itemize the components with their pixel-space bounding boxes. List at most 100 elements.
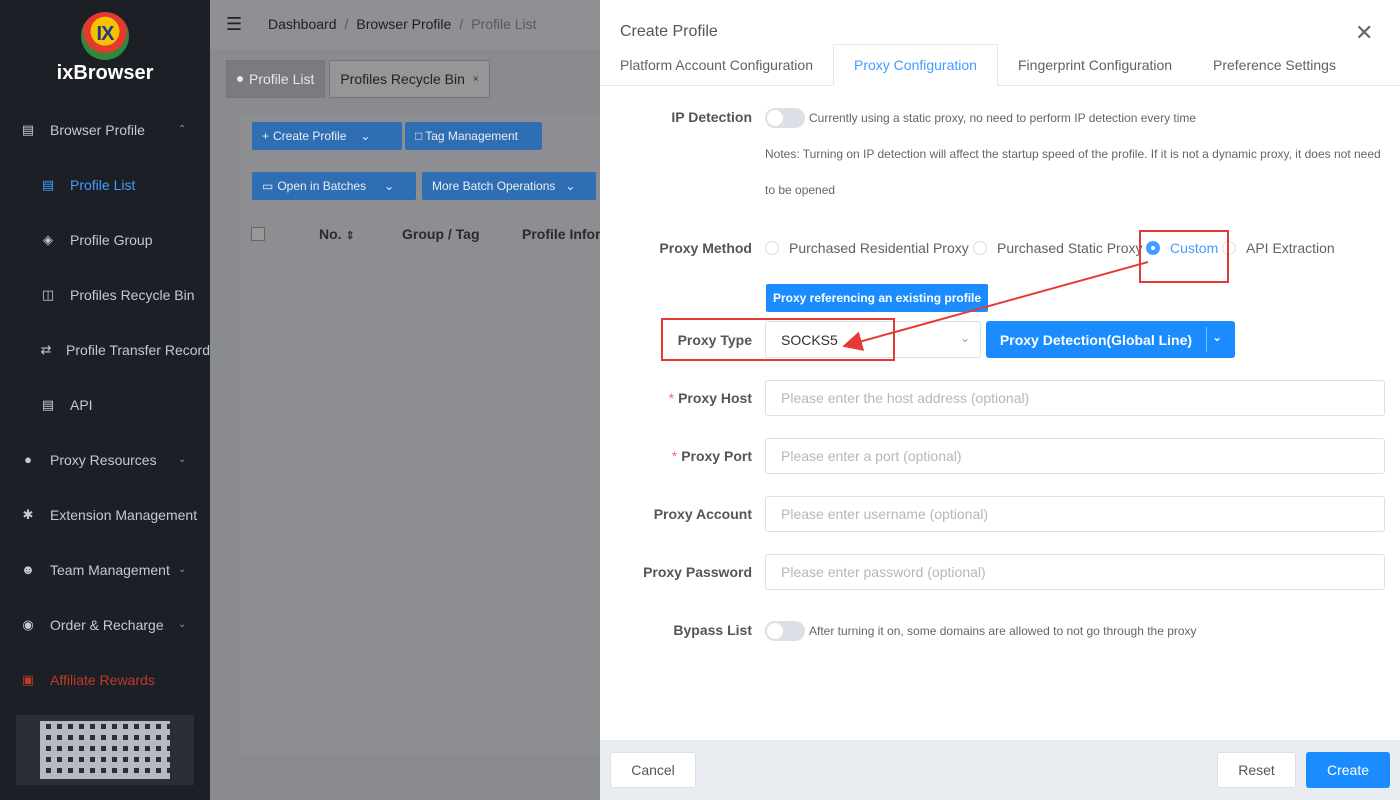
chevron-down-icon: ⌄ (178, 619, 187, 630)
chevron-down-icon: ⌄ (178, 564, 187, 575)
radio-purchased-residential[interactable]: Purchased Residential Proxy (765, 240, 969, 256)
logo-icon: IX (81, 12, 129, 60)
sidebar-item-label: Profile List (70, 176, 136, 193)
more-batch-operations-label: More Batch Operations (432, 179, 556, 193)
chevron-down-icon: ⌄ (565, 179, 576, 193)
proxy-password-label: Proxy Password (643, 564, 752, 580)
puzzle-icon: ✱ (22, 506, 34, 522)
layers-icon: ◈ (43, 231, 53, 247)
tag-management-button[interactable]: □ Tag Management (405, 122, 542, 150)
page-tab-label: Profiles Recycle Bin (340, 71, 465, 87)
reset-button[interactable]: Reset (1217, 752, 1296, 788)
sort-icon: ⇕ (345, 230, 355, 242)
proxy-reference-button[interactable]: Proxy referencing an existing profile (766, 284, 988, 312)
column-group-tag: Group / Tag (402, 226, 480, 242)
bypass-list-switch[interactable] (765, 621, 805, 641)
radio-label: Purchased Residential Proxy (789, 240, 969, 256)
breadcrumb-item[interactable]: Browser Profile (356, 16, 451, 32)
calendar-icon: ▤ (41, 176, 55, 192)
page-tabs: Profile List Profiles Recycle Bin × (226, 60, 494, 98)
sidebar-item-proxy-resources[interactable]: ● Proxy Resources ⌄ (0, 432, 210, 487)
calendar-icon: ▤ (21, 121, 35, 137)
chevron-down-icon: ⌄ (959, 331, 970, 345)
page-tab-recycle-bin[interactable]: Profiles Recycle Bin × (329, 60, 490, 98)
ip-detection-switch[interactable] (765, 108, 805, 128)
sidebar-item-profile-group[interactable]: ◈ Profile Group (0, 212, 210, 267)
radio-circle-icon (973, 241, 987, 255)
sidebar-item-label: Extension Management (50, 506, 198, 523)
page-tab-profile-list[interactable]: Profile List (226, 60, 326, 98)
column-no[interactable]: No. ⇕ (319, 226, 355, 242)
sidebar-item-extension-management[interactable]: ✱ Extension Management (0, 487, 210, 542)
proxy-account-label: Proxy Account (653, 506, 752, 522)
bypass-list-hint: After turning it on, some domains are al… (809, 624, 1197, 638)
proxy-detection-button[interactable]: Proxy Detection(Global Line) ⌄ (986, 321, 1235, 358)
drawer-footer: Cancel Reset Create (600, 740, 1400, 800)
qr-code (16, 715, 194, 785)
sidebar-item-profile-transfer-record[interactable]: ⇄ Profile Transfer Record (0, 322, 210, 377)
create-profile-label: Create Profile (273, 129, 347, 143)
sidebar: IX ixBrowser ▤ Browser Profile ⌃ ▤ Profi… (0, 0, 210, 800)
sidebar-item-profiles-recycle-bin[interactable]: ◫ Profiles Recycle Bin (0, 267, 210, 322)
globe-icon: ● (24, 452, 32, 467)
breadcrumb-item[interactable]: Dashboard (268, 16, 337, 32)
sidebar-item-team-management[interactable]: ☻ Team Management ⌄ (0, 542, 210, 597)
chevron-down-icon[interactable]: ⌄ (1212, 330, 1222, 344)
page-tab-label: Profile List (249, 71, 315, 87)
tab-fingerprint-configuration[interactable]: Fingerprint Configuration (998, 44, 1193, 86)
breadcrumb-item: Profile List (471, 16, 537, 32)
sidebar-item-label: Order & Recharge (50, 616, 164, 633)
close-icon[interactable]: × (473, 74, 479, 85)
radio-label: API Extraction (1246, 240, 1335, 256)
sidebar-item-label: Profile Transfer Record (66, 341, 210, 358)
proxy-account-input[interactable] (765, 496, 1385, 532)
proxy-port-label: * Proxy Port (600, 448, 752, 464)
radio-purchased-static[interactable]: Purchased Static Proxy (973, 240, 1143, 256)
tab-proxy-configuration[interactable]: Proxy Configuration (833, 44, 998, 86)
close-icon[interactable]: ✕ (1355, 20, 1373, 46)
gift-icon: ▣ (21, 671, 35, 687)
sidebar-item-browser-profile[interactable]: ▤ Browser Profile ⌃ (0, 102, 210, 157)
create-profile-button[interactable]: + Create Profile ⌄ (252, 122, 402, 150)
drawer-title: Create Profile (620, 23, 718, 40)
sidebar-item-profile-list[interactable]: ▤ Profile List (0, 157, 210, 212)
calendar-icon: ▤ (41, 396, 55, 412)
sidebar-item-label: Profiles Recycle Bin (70, 286, 195, 303)
open-in-batches-button[interactable]: ▭ Open in Batches ⌄ (252, 172, 416, 200)
logo-text: ixBrowser (56, 62, 154, 84)
radio-api-extraction[interactable]: API Extraction (1222, 240, 1335, 256)
qr-code-icon (40, 721, 170, 779)
select-all-checkbox[interactable] (251, 227, 265, 241)
sidebar-item-api[interactable]: ▤ API (0, 377, 210, 432)
sidebar-menu: ▤ Browser Profile ⌃ ▤ Profile List ◈ Pro… (0, 102, 210, 707)
chevron-down-icon: ⌄ (384, 179, 395, 193)
create-profile-drawer: Create Profile ✕ Platform Account Config… (600, 0, 1400, 800)
more-batch-operations-button[interactable]: More Batch Operations ⌄ (422, 172, 596, 200)
required-asterisk: * (671, 448, 678, 464)
sidebar-item-label: Browser Profile (50, 121, 145, 138)
bookmark-icon: □ (415, 129, 423, 143)
tab-preference-settings[interactable]: Preference Settings (1193, 44, 1356, 86)
sidebar-item-label: Affiliate Rewards (50, 671, 155, 688)
main-content-overlay: ☰ Dashboard / Browser Profile / Profile List… (210, 0, 621, 800)
proxy-host-input[interactable] (765, 380, 1385, 416)
ip-detection-notes-cont: to be opened (765, 183, 836, 197)
tab-platform-account[interactable]: Platform Account Configuration (600, 44, 833, 86)
cancel-button[interactable]: Cancel (610, 752, 696, 788)
sidebar-item-order-recharge[interactable]: ◉ Order & Recharge ⌄ (0, 597, 210, 652)
logo-mark: IX (96, 23, 115, 45)
coin-icon: ◉ (22, 616, 34, 632)
menu-toggle-icon[interactable]: ☰ (226, 14, 242, 35)
proxy-port-input[interactable] (765, 438, 1385, 474)
user-icon: ☻ (21, 562, 35, 577)
bypass-list-label: Bypass List (673, 622, 752, 638)
sidebar-item-affiliate-rewards[interactable]: ▣ Affiliate Rewards (0, 652, 210, 707)
sidebar-item-label: API (70, 396, 93, 413)
proxy-password-input[interactable] (765, 554, 1385, 590)
create-button[interactable]: Create (1306, 752, 1390, 788)
radio-label: Purchased Static Proxy (997, 240, 1143, 256)
column-profile-info: Profile Infor (522, 226, 601, 242)
sidebar-item-label: Profile Group (70, 231, 153, 248)
proxy-host-label: * Proxy Host (600, 390, 752, 406)
logo: IX ixBrowser (0, 12, 210, 85)
